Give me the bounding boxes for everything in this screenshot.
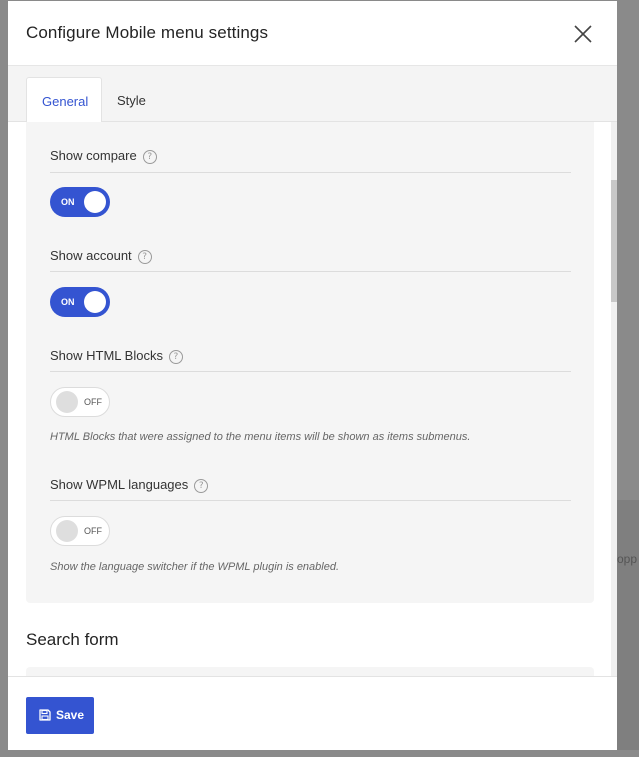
toggle-state-text: OFF bbox=[84, 397, 102, 407]
search-form-panel bbox=[26, 667, 594, 676]
show-account-label: Show account? bbox=[50, 248, 152, 264]
close-icon bbox=[574, 25, 592, 43]
tab-style[interactable]: Style bbox=[102, 77, 161, 122]
toggle-state-text: ON bbox=[61, 197, 75, 207]
help-icon[interactable]: ? bbox=[137, 250, 152, 264]
settings-panel: Show compare? ON Show account? ON Show H… bbox=[26, 122, 594, 603]
settings-modal: Configure Mobile menu settings General S… bbox=[8, 1, 617, 750]
show-compare-toggle[interactable]: ON bbox=[50, 187, 110, 217]
toggle-knob bbox=[84, 291, 106, 313]
help-icon[interactable]: ? bbox=[194, 479, 209, 493]
show-compare-label: Show compare? bbox=[50, 148, 157, 164]
save-button[interactable]: Save bbox=[26, 697, 94, 734]
toggle-state-text: ON bbox=[61, 297, 75, 307]
divider bbox=[50, 371, 571, 372]
backdrop-text: opp bbox=[617, 552, 638, 566]
show-account-label-text: Show account bbox=[50, 248, 132, 263]
show-account-toggle[interactable]: ON bbox=[50, 287, 110, 317]
toggle-knob bbox=[56, 391, 78, 413]
save-button-label: Save bbox=[56, 708, 85, 722]
scrollbar[interactable] bbox=[611, 122, 617, 676]
help-icon[interactable]: ? bbox=[142, 150, 157, 164]
show-html-blocks-label-text: Show HTML Blocks bbox=[50, 348, 163, 363]
show-html-blocks-label: Show HTML Blocks? bbox=[50, 348, 183, 364]
toggle-knob bbox=[56, 520, 78, 542]
scrollbar-thumb[interactable] bbox=[611, 180, 617, 302]
show-compare-label-text: Show compare bbox=[50, 148, 137, 163]
divider bbox=[50, 172, 571, 173]
floppy-disk-icon bbox=[39, 709, 51, 721]
toggle-state-text: OFF bbox=[84, 526, 102, 536]
show-wpml-languages-label-text: Show WPML languages bbox=[50, 477, 189, 492]
divider bbox=[50, 500, 571, 501]
modal-footer: Save bbox=[8, 676, 617, 750]
backdrop-page bbox=[617, 500, 639, 750]
toggle-knob bbox=[84, 191, 106, 213]
tab-general[interactable]: General bbox=[26, 77, 102, 123]
show-wpml-languages-description: Show the language switcher if the WPML p… bbox=[50, 561, 340, 573]
show-html-blocks-description: HTML Blocks that were assigned to the me… bbox=[50, 431, 471, 443]
show-html-blocks-toggle[interactable]: OFF bbox=[50, 387, 110, 417]
help-icon[interactable]: ? bbox=[168, 350, 183, 364]
divider bbox=[50, 271, 571, 272]
modal-header: Configure Mobile menu settings bbox=[8, 1, 617, 66]
modal-body: Show compare? ON Show account? ON Show H… bbox=[8, 122, 617, 676]
tab-bar: General Style bbox=[8, 66, 617, 123]
close-button[interactable] bbox=[572, 23, 594, 45]
show-wpml-languages-label: Show WPML languages? bbox=[50, 477, 209, 493]
search-form-section-title: Search form bbox=[26, 630, 119, 649]
show-wpml-languages-toggle[interactable]: OFF bbox=[50, 516, 110, 546]
modal-title: Configure Mobile menu settings bbox=[26, 23, 269, 42]
